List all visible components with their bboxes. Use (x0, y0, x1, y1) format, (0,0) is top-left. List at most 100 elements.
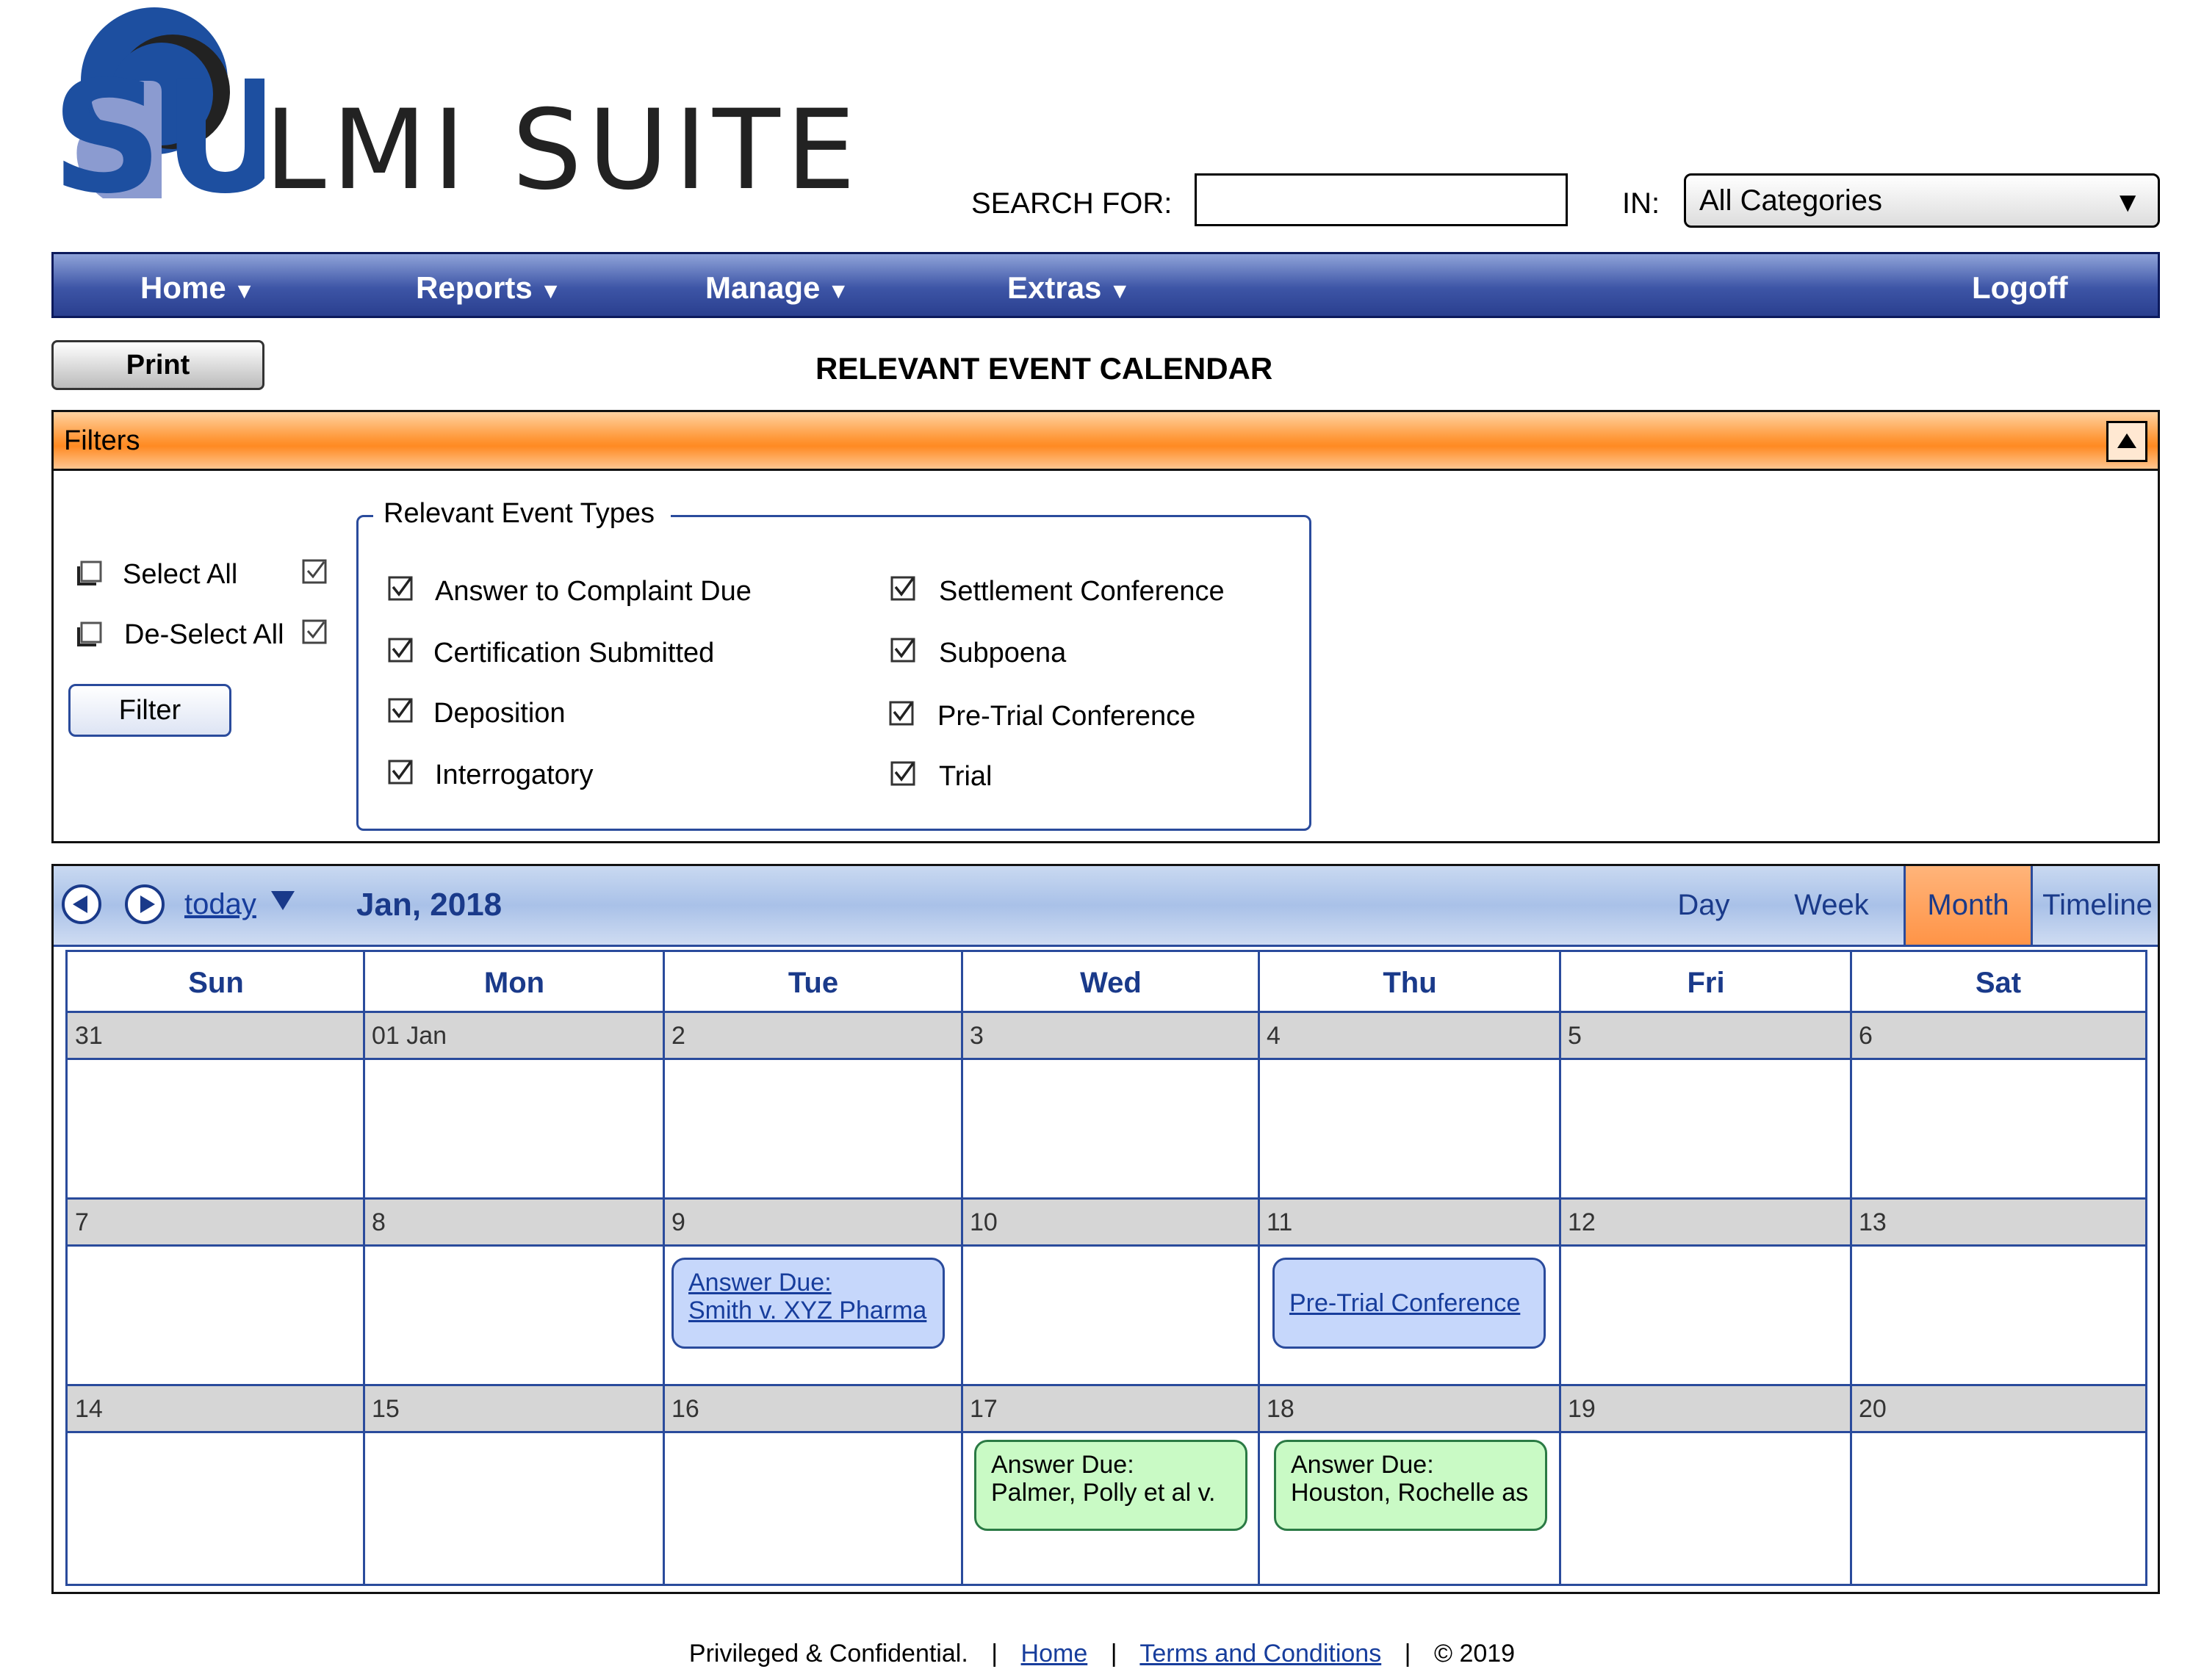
day-number[interactable]: 4 (1267, 1022, 1281, 1050)
select-all-checkbox[interactable] (77, 560, 102, 585)
chevron-down-icon: ▼ (827, 279, 850, 303)
select-all-label: Select All (123, 559, 238, 590)
nav-home-label: Home (140, 270, 226, 305)
day-number[interactable]: 13 (1859, 1208, 1887, 1237)
deselect-all-label: De-Select All (124, 619, 284, 650)
view-tab-timeline[interactable]: Timeline (2033, 866, 2162, 945)
day-number[interactable]: 31 (75, 1022, 103, 1050)
event-line: Answer Due: (688, 1269, 832, 1297)
day-number[interactable]: 17 (970, 1395, 998, 1424)
today-link[interactable]: today (184, 888, 256, 921)
filters-panel: Filters Select All De-Select All Filter … (51, 410, 2160, 843)
nav-reports[interactable]: Reports ▼ (416, 270, 561, 306)
event-type-label: Certification Submitted (433, 638, 715, 668)
calendar-event[interactable]: Answer Due: Palmer, Polly et al v. (974, 1440, 1247, 1531)
view-tab-month[interactable]: Month (1904, 866, 2033, 945)
nav-manage-label: Manage (705, 270, 821, 305)
event-line: Pre-Trial Conference (1289, 1289, 1521, 1317)
day-number[interactable]: 11 (1267, 1208, 1292, 1237)
event-type-checkbox[interactable] (889, 701, 914, 726)
weekday-header: Thu (1383, 967, 1437, 999)
event-type-checkbox[interactable] (388, 576, 413, 601)
day-number[interactable]: 16 (671, 1395, 699, 1424)
weekday-header: Sun (188, 967, 244, 999)
event-types-legend: Relevant Event Types (373, 498, 671, 530)
deselect-all-checkbox[interactable] (77, 621, 102, 646)
event-types-group: Relevant Event Types Answer to Complaint… (356, 498, 1311, 831)
view-tab-day[interactable]: Day (1667, 866, 1740, 945)
calendar-event[interactable]: Answer Due: Smith v. XYZ Pharma (671, 1258, 945, 1349)
checkmark-icon (302, 559, 327, 584)
copyright: © 2019 (1433, 1640, 1516, 1668)
nav-extras[interactable]: Extras ▼ (1007, 270, 1131, 306)
category-select-value: All Categories (1699, 184, 1883, 217)
calendar-toolbar: today Jan, 2018 Day Week Month Timeline (54, 866, 2158, 947)
event-type-checkbox[interactable] (388, 698, 413, 723)
day-number[interactable]: 20 (1859, 1395, 1887, 1424)
logoff-link[interactable]: Logoff (1972, 270, 2068, 306)
day-number[interactable]: 8 (372, 1208, 386, 1237)
next-arrow-icon[interactable] (124, 884, 165, 925)
day-number[interactable]: 01 Jan (372, 1022, 447, 1050)
event-type-checkbox[interactable] (890, 761, 915, 786)
previous-arrow-icon[interactable] (61, 884, 102, 925)
event-type-checkbox[interactable] (388, 638, 413, 663)
event-line: Houston, Rochelle as (1291, 1479, 1529, 1507)
event-type-checkbox[interactable] (890, 576, 915, 601)
day-number[interactable]: 9 (671, 1208, 685, 1237)
grid-line (1850, 952, 1852, 1584)
calendar-event[interactable]: Pre-Trial Conference (1272, 1258, 1546, 1349)
day-number[interactable]: 6 (1859, 1022, 1873, 1050)
calendar-event[interactable]: Answer Due: Houston, Rochelle as (1274, 1440, 1547, 1531)
chevron-down-icon: ▼ (539, 279, 562, 303)
event-type-label: Answer to Complaint Due (435, 576, 752, 607)
day-number[interactable]: 5 (1568, 1022, 1582, 1050)
grid-line (1258, 952, 1260, 1584)
category-select[interactable]: All Categories ▼ (1684, 173, 2160, 228)
footer-terms-link[interactable]: Terms and Conditions (1139, 1640, 1381, 1668)
chevron-down-icon[interactable] (268, 885, 298, 915)
grid-line (68, 1197, 2145, 1200)
view-tab-week[interactable]: Week (1780, 866, 1883, 945)
event-line: Answer Due: (991, 1451, 1134, 1479)
main-nav: Home ▼ Reports ▼ Manage ▼ Extras ▼ Logoff (51, 252, 2160, 318)
dropdown-arrow-icon: ▼ (2114, 187, 2142, 218)
grid-line (68, 1384, 2145, 1386)
collapse-up-icon[interactable] (2106, 421, 2147, 462)
nav-home[interactable]: Home ▼ (140, 270, 255, 306)
grid-line (68, 1058, 2145, 1060)
footer-home-link[interactable]: Home (1021, 1640, 1088, 1668)
day-number[interactable]: 3 (970, 1022, 984, 1050)
day-number[interactable]: 15 (372, 1395, 400, 1424)
footer-separator: | (1110, 1640, 1117, 1668)
print-button[interactable]: Print (51, 340, 264, 390)
event-line: Answer Due: (1291, 1451, 1434, 1479)
month-grid: Sun Mon Tue Wed Thu Fri Sat 31 01 Jan 2 … (65, 950, 2147, 1586)
day-number[interactable]: 19 (1568, 1395, 1596, 1424)
event-type-label: Subpoena (939, 638, 1067, 668)
search-input[interactable] (1195, 173, 1568, 226)
grid-line (68, 1431, 2145, 1433)
day-number[interactable]: 7 (75, 1208, 89, 1237)
event-type-checkbox[interactable] (890, 638, 915, 663)
app-title: LMI SUITE (264, 87, 862, 214)
day-number[interactable]: 2 (671, 1022, 685, 1050)
nav-manage[interactable]: Manage ▼ (705, 270, 849, 306)
day-number[interactable]: 10 (970, 1208, 998, 1237)
search-label: SEARCH FOR: (971, 187, 1173, 220)
filter-button[interactable]: Filter (68, 684, 231, 737)
day-number[interactable]: 18 (1267, 1395, 1294, 1424)
event-type-label: Deposition (433, 698, 566, 729)
filters-title: Filters (64, 425, 140, 456)
event-type-checkbox[interactable] (388, 760, 413, 785)
grid-line (1559, 952, 1561, 1584)
nav-reports-label: Reports (416, 270, 533, 305)
day-number[interactable]: 12 (1568, 1208, 1596, 1237)
day-number[interactable]: 14 (75, 1395, 103, 1424)
weekday-header: Mon (483, 967, 545, 999)
filters-header[interactable]: Filters (54, 412, 2158, 471)
weekday-header: Sat (1975, 967, 2022, 999)
checkmark-icon (302, 619, 327, 644)
suite-logo: SU (51, 7, 264, 198)
event-type-label: Settlement Conference (939, 576, 1225, 607)
